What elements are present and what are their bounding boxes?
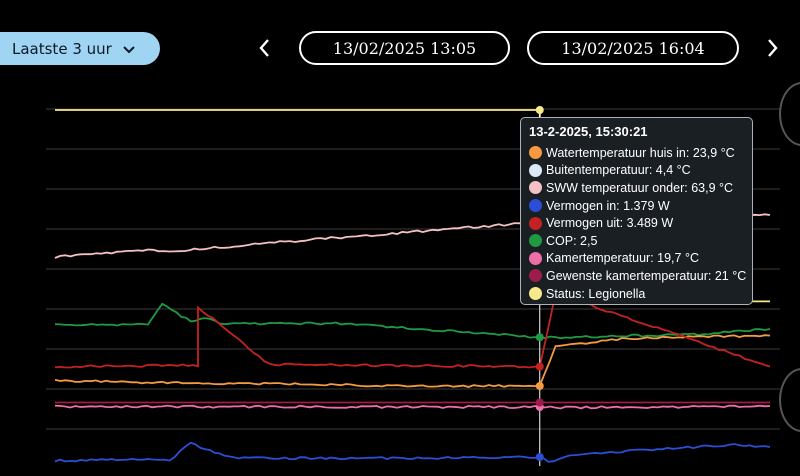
tooltip-row: Vermogen in: 1.379 W bbox=[529, 197, 744, 215]
series-line bbox=[54, 404, 771, 410]
series-line bbox=[54, 441, 771, 463]
legend-dot-icon bbox=[529, 234, 542, 248]
tooltip-row-label: Vermogen in: 1.379 W bbox=[546, 198, 670, 213]
series-marker bbox=[535, 382, 544, 390]
tooltip-row-label: COP: 2,5 bbox=[546, 233, 598, 248]
legend-dot-icon bbox=[529, 216, 542, 230]
chart-tooltip: 13-2-2025, 15:30:21 Watertemperatuur hui… bbox=[520, 117, 753, 305]
series-marker bbox=[535, 398, 544, 407]
legend-dot-icon bbox=[529, 163, 542, 177]
series-marker bbox=[535, 362, 544, 371]
legend-dot-icon bbox=[529, 199, 542, 213]
legend-dot-icon bbox=[529, 146, 542, 160]
tooltip-row-label: Status: Legionella bbox=[546, 286, 646, 301]
tooltip-row: Watertemperatuur huis in: 23,9 °C bbox=[529, 144, 744, 162]
tooltip-row-label: Gewenste kamertemperatuur: 21 °C bbox=[546, 268, 747, 283]
tooltip-row-label: Watertemperatuur huis in: 23,9 °C bbox=[546, 145, 735, 160]
series-marker bbox=[535, 333, 544, 342]
tooltip-row-label: Buitentemperatuur: 4,4 °C bbox=[546, 163, 691, 178]
series-marker bbox=[535, 453, 544, 461]
tooltip-row: Vermogen uit: 3.489 W bbox=[529, 214, 744, 232]
tooltip-row-label: Vermogen uit: 3.489 W bbox=[546, 216, 674, 231]
series-line bbox=[54, 334, 771, 388]
tooltip-row: SWW temperatuur onder: 63,9 °C bbox=[529, 179, 744, 197]
tooltip-row: Buitentemperatuur: 4,4 °C bbox=[529, 162, 744, 180]
tooltip-rows: Watertemperatuur huis in: 23,9 °C Buitent… bbox=[529, 144, 747, 303]
tooltip-title: 13-2-2025, 15:30:21 bbox=[529, 124, 648, 139]
legend-dot-icon bbox=[529, 287, 542, 301]
tooltip-row: Kamertemperatuur: 19,7 °C bbox=[529, 250, 744, 268]
legend-dot-icon bbox=[529, 269, 542, 283]
tooltip-row: Gewenste kamertemperatuur: 21 °C bbox=[529, 267, 747, 285]
series-marker bbox=[535, 106, 544, 114]
tooltip-row: Status: Legionella bbox=[529, 285, 744, 303]
tooltip-row-label: Kamertemperatuur: 19,7 °C bbox=[546, 251, 699, 266]
tooltip-row: COP: 2,5 bbox=[529, 232, 744, 250]
legend-dot-icon bbox=[529, 181, 542, 195]
tooltip-row-label: SWW temperatuur onder: 63,9 °C bbox=[546, 180, 734, 195]
legend-dot-icon bbox=[529, 251, 542, 265]
